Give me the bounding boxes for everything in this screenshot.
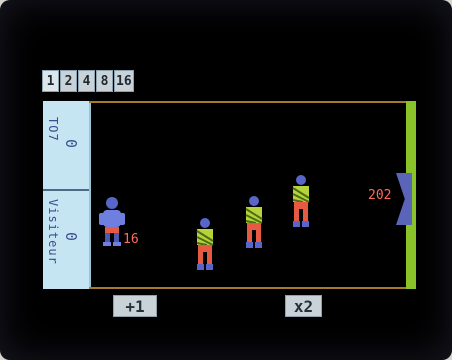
game-screen: 1 2 4 8 16 TO7 0 Visiteur 0 202 16 +1 x2 bbox=[0, 0, 452, 360]
home-player-1-sprite bbox=[196, 218, 214, 270]
player-number: 16 bbox=[123, 232, 139, 247]
multiplier-1[interactable]: 1 bbox=[42, 70, 59, 92]
home-player-2-sprite bbox=[245, 196, 263, 248]
home-team-score: 0 bbox=[62, 139, 80, 149]
home-team-name: TO7 bbox=[46, 117, 60, 142]
multiplier-2[interactable]: 2 bbox=[60, 70, 77, 92]
scoreboard-panel: TO7 0 Visiteur 0 bbox=[43, 101, 91, 289]
plus-one-button[interactable]: +1 bbox=[113, 295, 157, 317]
visitor-team: Visiteur 0 bbox=[43, 191, 89, 289]
times-two-button[interactable]: x2 bbox=[285, 295, 322, 317]
home-player-3-sprite bbox=[292, 175, 310, 227]
home-team: TO7 0 bbox=[43, 101, 89, 191]
visitor-team-name: Visiteur bbox=[46, 199, 60, 265]
visitor-team-score: 0 bbox=[62, 232, 80, 242]
multiplier-bar: 1 2 4 8 16 bbox=[42, 70, 134, 92]
target-score: 202 bbox=[368, 188, 392, 203]
multiplier-16[interactable]: 16 bbox=[114, 70, 134, 92]
multiplier-4[interactable]: 4 bbox=[78, 70, 95, 92]
multiplier-8[interactable]: 8 bbox=[96, 70, 113, 92]
